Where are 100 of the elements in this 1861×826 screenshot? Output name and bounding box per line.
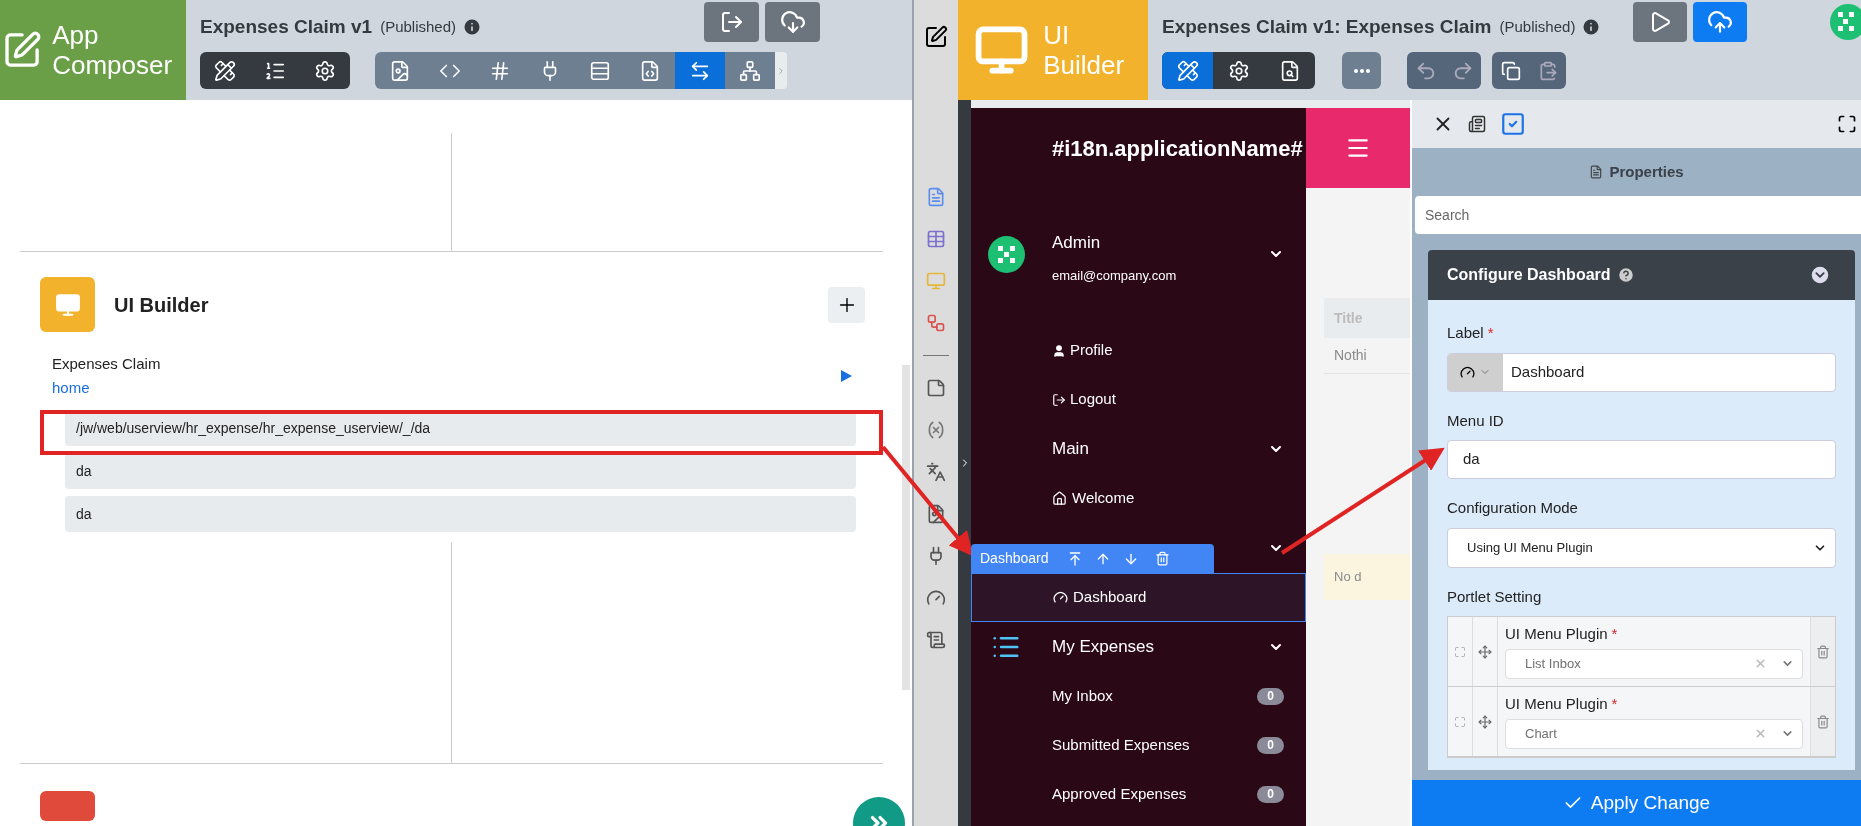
hash-icon (489, 59, 511, 82)
checkbox-icon (1500, 111, 1526, 137)
cloud-download-icon (779, 9, 806, 35)
menu-item[interactable]: Submitted Expenses 0 (971, 721, 1306, 770)
menu-item[interactable]: Welcome (971, 474, 1306, 523)
brand-name: App Composer (52, 20, 174, 80)
gauge-icon (1053, 590, 1068, 605)
menu-item[interactable]: My Inbox 0 (971, 672, 1306, 721)
code-file-icon (639, 59, 661, 82)
image-file-icon[interactable] (926, 504, 946, 524)
category-label[interactable]: My Expenses (1052, 634, 1155, 660)
search-field[interactable]: Search (1415, 196, 1861, 234)
maximize-icon[interactable] (1837, 114, 1857, 134)
exit-icon (719, 10, 744, 34)
icon-picker[interactable] (1448, 353, 1503, 391)
cloud-upload-icon (1707, 9, 1733, 35)
field-label: Configuration Mode (1447, 499, 1578, 516)
select-field[interactable]: Using UI Menu Plugin (1447, 527, 1836, 568)
table-icon[interactable] (926, 229, 946, 249)
avatar-icon (1830, 4, 1861, 40)
panel-tab[interactable] (1468, 115, 1486, 133)
count-badge: 0 (1257, 737, 1284, 754)
logout-icon (1052, 392, 1066, 407)
element-label: Dashboard (980, 549, 1049, 568)
user-email: email@company.com (1052, 266, 1177, 285)
swap-button[interactable] (675, 52, 725, 89)
delete-icon[interactable] (1816, 644, 1830, 659)
chevron-right-icon (776, 65, 786, 76)
copy-icon (1500, 60, 1521, 81)
upload-button[interactable] (1693, 2, 1747, 42)
menu-link[interactable]: Profile (971, 326, 1306, 375)
scroll-icon[interactable] (926, 630, 946, 650)
count-badge: 0 (1257, 786, 1284, 803)
plugin-select[interactable]: List Inbox (1505, 648, 1803, 679)
path-row: da (65, 453, 856, 489)
house-icon (1052, 491, 1067, 506)
card-title: Configure Dashboard (1447, 265, 1611, 285)
ellipsis-icon (1353, 68, 1370, 73)
apply-button[interactable]: Apply Change (1412, 780, 1861, 826)
category-label[interactable]: Main (1052, 436, 1089, 462)
settings-icon (314, 59, 336, 82)
app-title: Expenses Claim v1: Expenses Claim (1162, 14, 1492, 39)
hierarchy-icon (739, 59, 761, 82)
avatar-icon (988, 236, 1025, 273)
translate-icon[interactable] (926, 462, 946, 482)
pencil-square-icon[interactable] (924, 25, 948, 49)
note-icon[interactable] (926, 378, 946, 398)
arrows-icon (689, 59, 711, 82)
item-label: Approved Expenses (1052, 784, 1187, 805)
userview-name: Expenses Claim (52, 354, 161, 374)
table-cell: Nothi (1324, 338, 1410, 374)
download-button[interactable] (765, 2, 820, 42)
item-label: Dashboard (1073, 587, 1147, 608)
home-link[interactable]: home (52, 376, 90, 400)
app-title: Expenses Claim v1 (200, 14, 373, 39)
text-field[interactable]: da (1447, 440, 1836, 479)
app-name: #i18n.applicationName# (1052, 134, 1303, 163)
plugin-select[interactable]: Chart (1505, 718, 1803, 749)
play-button[interactable] (1633, 2, 1687, 42)
design-button[interactable] (1162, 52, 1213, 89)
play-icon[interactable] (841, 370, 852, 382)
delete-icon[interactable] (1154, 551, 1170, 566)
notice-box: No d (1324, 554, 1410, 600)
user-icon (1052, 343, 1066, 358)
menu-item[interactable]: Approved Expenses 0 (971, 770, 1306, 819)
plugin-label: UI Menu Plugin (1505, 695, 1608, 712)
drag-icon[interactable] (1478, 714, 1492, 729)
monitor-icon (54, 291, 81, 318)
section-title: UI Builder (114, 292, 209, 318)
info-icon (1581, 17, 1602, 37)
label-field[interactable]: Dashboard (1447, 352, 1836, 392)
app-tile (40, 791, 95, 821)
path-row: da (65, 496, 856, 532)
variable-icon[interactable] (926, 420, 946, 440)
ruler-pencil-icon (1176, 59, 1199, 82)
more-button[interactable] (1342, 52, 1381, 89)
exit-button[interactable] (704, 2, 759, 42)
image-file-icon (389, 59, 411, 82)
status-text: (Published) (1499, 16, 1576, 37)
required-mark: * (1487, 324, 1494, 341)
item-label: Submitted Expenses (1052, 735, 1190, 756)
panel-icon (1468, 115, 1486, 133)
ruler-pencil-icon (214, 59, 236, 82)
menu-link[interactable]: Logout (971, 375, 1306, 424)
field-value: Dashboard (1510, 361, 1585, 382)
required-mark: * (1611, 625, 1618, 642)
workflow-icon[interactable] (926, 313, 946, 333)
collapse-icon[interactable] (1809, 264, 1831, 286)
settings-icon (1227, 59, 1250, 82)
required-mark: * (1611, 695, 1618, 712)
delete-icon[interactable] (1816, 714, 1830, 729)
field-label: Menu ID (1447, 411, 1504, 429)
document-icon[interactable] (926, 187, 946, 207)
gauge-icon[interactable] (926, 588, 946, 608)
count-badge: 0 (1257, 688, 1284, 705)
panel-title: Properties (1609, 161, 1684, 182)
menu-item[interactable]: Dashboard (971, 573, 1306, 622)
drag-icon[interactable] (1478, 644, 1492, 659)
add-button[interactable] (828, 286, 865, 323)
item-label: Welcome (1072, 488, 1135, 509)
